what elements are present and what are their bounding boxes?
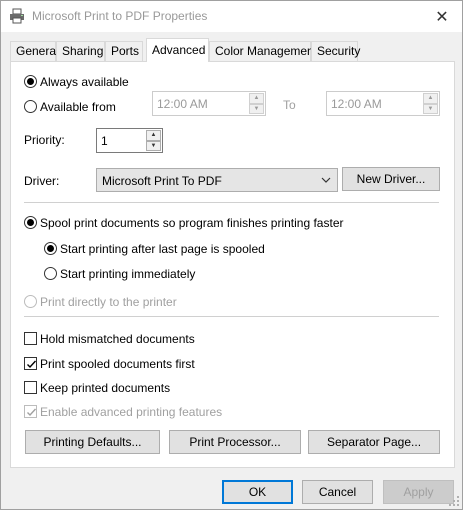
print-spooled-first-label: Print spooled documents first bbox=[40, 357, 195, 371]
ok-button[interactable]: OK bbox=[222, 480, 293, 504]
resize-grip-icon[interactable] bbox=[448, 495, 460, 507]
keep-printed-checkbox[interactable] bbox=[24, 381, 37, 394]
to-time-spinner: 12:00 AM ▲ ▼ bbox=[326, 91, 440, 116]
immediately-label: Start printing immediately bbox=[60, 267, 196, 281]
divider bbox=[24, 316, 439, 317]
spool-radio[interactable] bbox=[24, 216, 37, 229]
available-from-radio[interactable] bbox=[24, 100, 37, 113]
checkmark-icon bbox=[27, 408, 37, 417]
divider bbox=[24, 202, 439, 203]
tab-color-management[interactable]: Color Management bbox=[209, 41, 317, 61]
spool-label: Spool print documents so program finishe… bbox=[40, 216, 344, 230]
properties-dialog: Microsoft Print to PDF Properties ✕ Gene… bbox=[0, 0, 463, 510]
tab-advanced[interactable]: Advanced bbox=[146, 38, 209, 62]
printing-defaults-button[interactable]: Printing Defaults... bbox=[25, 430, 160, 454]
tab-general[interactable]: General bbox=[10, 41, 59, 61]
title-bar: Microsoft Print to PDF Properties ✕ bbox=[1, 1, 462, 32]
hold-mismatched-checkbox[interactable] bbox=[24, 332, 37, 345]
from-time-spinner: 12:00 AM ▲ ▼ bbox=[152, 91, 266, 116]
available-from-label: Available from bbox=[40, 100, 116, 114]
always-available-label: Always available bbox=[40, 75, 129, 89]
separator-page-button[interactable]: Separator Page... bbox=[308, 430, 440, 454]
to-label: To bbox=[283, 98, 296, 112]
always-available-radio[interactable] bbox=[24, 75, 37, 88]
close-button[interactable]: ✕ bbox=[422, 1, 462, 32]
tab-security[interactable]: Security bbox=[311, 41, 360, 61]
priority-value: 1 bbox=[101, 134, 108, 148]
print-directly-radio bbox=[24, 295, 37, 308]
immediately-radio[interactable] bbox=[44, 267, 57, 280]
apply-button: Apply bbox=[383, 480, 454, 504]
after-last-page-radio[interactable] bbox=[44, 242, 57, 255]
priority-label: Priority: bbox=[24, 133, 65, 147]
window-title: Microsoft Print to PDF Properties bbox=[32, 9, 208, 23]
driver-label: Driver: bbox=[24, 174, 60, 188]
after-last-page-label: Start printing after last page is spoole… bbox=[60, 242, 265, 256]
print-directly-label: Print directly to the printer bbox=[40, 295, 177, 309]
checkmark-icon bbox=[27, 360, 37, 369]
driver-value: Microsoft Print To PDF bbox=[102, 174, 222, 188]
driver-select[interactable]: Microsoft Print To PDF bbox=[96, 168, 338, 192]
close-icon: ✕ bbox=[435, 8, 449, 26]
to-time-value: 12:00 AM bbox=[331, 97, 382, 111]
priority-spinner[interactable]: 1 ▲ ▼ bbox=[96, 128, 163, 153]
printer-icon bbox=[9, 8, 25, 24]
down-arrow-icon: ▼ bbox=[249, 103, 264, 114]
new-driver-button[interactable]: New Driver... bbox=[342, 167, 440, 191]
up-arrow-icon: ▲ bbox=[423, 93, 438, 104]
keep-printed-label: Keep printed documents bbox=[40, 381, 171, 395]
chevron-down-icon bbox=[321, 175, 331, 188]
tab-ports[interactable]: Ports bbox=[105, 41, 143, 61]
up-arrow-icon[interactable]: ▲ bbox=[146, 130, 161, 141]
print-processor-button[interactable]: Print Processor... bbox=[169, 430, 301, 454]
from-time-value: 12:00 AM bbox=[157, 97, 208, 111]
up-arrow-icon: ▲ bbox=[249, 93, 264, 104]
tab-sharing[interactable]: Sharing bbox=[56, 41, 105, 61]
down-arrow-icon[interactable]: ▼ bbox=[146, 140, 161, 151]
print-spooled-first-checkbox[interactable] bbox=[24, 357, 37, 370]
advanced-features-label: Enable advanced printing features bbox=[40, 405, 223, 419]
down-arrow-icon: ▼ bbox=[423, 103, 438, 114]
hold-mismatched-label: Hold mismatched documents bbox=[40, 332, 195, 346]
advanced-features-checkbox bbox=[24, 405, 37, 418]
cancel-button[interactable]: Cancel bbox=[302, 480, 373, 504]
